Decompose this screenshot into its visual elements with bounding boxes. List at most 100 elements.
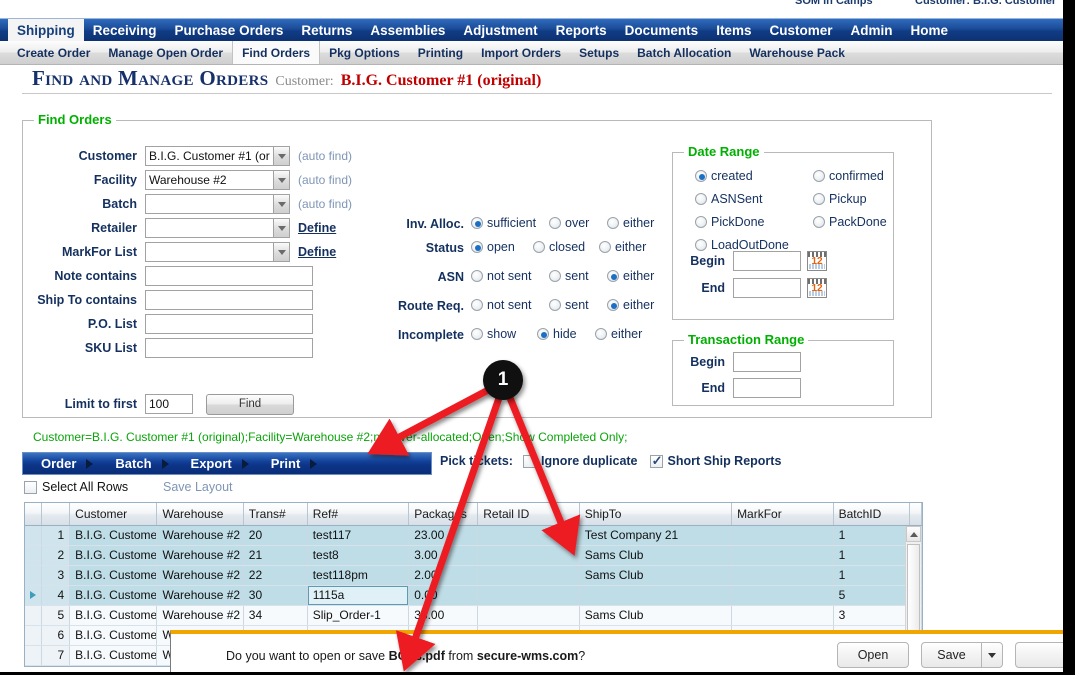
radio-option-open[interactable]: open <box>471 240 515 254</box>
nav-item-returns[interactable]: Returns <box>292 19 361 41</box>
cell-ref-[interactable]: test117 <box>307 525 410 546</box>
radio-button[interactable] <box>549 299 561 311</box>
chevron-down-icon[interactable] <box>273 242 290 262</box>
radio-button[interactable] <box>549 270 561 282</box>
field-combobox[interactable] <box>145 242 290 262</box>
nav-item-shipping[interactable]: Shipping <box>8 19 84 41</box>
radio-button[interactable] <box>599 241 611 253</box>
subnav-item-printing[interactable]: Printing <box>409 41 472 64</box>
cell-customer[interactable]: B.I.G. Custome <box>69 645 158 666</box>
header-shipto[interactable]: ShipTo <box>579 503 733 526</box>
cell-batchid[interactable]: 1 <box>833 525 910 546</box>
pick-ticket-option-short-ship-reports[interactable]: Short Ship Reports <box>649 453 781 468</box>
cell-trans-[interactable]: 34 <box>243 605 308 626</box>
cell-customer[interactable]: B.I.G. Custome <box>69 605 158 626</box>
subnav-item-batch-allocation[interactable]: Batch Allocation <box>628 41 740 64</box>
cell-customer[interactable]: B.I.G. Custome <box>69 585 158 606</box>
date-begin-input[interactable] <box>733 251 801 271</box>
caret-right-icon[interactable] <box>161 458 169 469</box>
date-option-pickup[interactable]: Pickup <box>813 192 867 206</box>
radio-option-either[interactable]: either <box>607 216 654 230</box>
radio-option-either[interactable]: either <box>595 327 642 341</box>
date-end-input[interactable] <box>733 278 801 298</box>
radio-button[interactable] <box>813 216 825 228</box>
toolbar-print-menu[interactable]: Print <box>253 456 307 471</box>
nav-item-receiving[interactable]: Receiving <box>84 19 166 41</box>
header-customer[interactable]: Customer <box>69 503 158 526</box>
nav-item-admin[interactable]: Admin <box>841 19 901 41</box>
cell-shipto[interactable]: Sams Club <box>579 565 733 586</box>
radio-button[interactable] <box>695 216 707 228</box>
toolbar-export-menu[interactable]: Export <box>173 456 238 471</box>
table-row[interactable]: 2 B.I.G. Custome Warehouse #2 21 test8 3.00 Sa… <box>25 545 922 566</box>
radio-option-sent[interactable]: sent <box>549 269 589 283</box>
subnav-item-setups[interactable]: Setups <box>570 41 628 64</box>
field-combobox[interactable] <box>145 218 290 238</box>
table-row[interactable]: 1 B.I.G. Custome Warehouse #2 20 test117 23.0… <box>25 525 922 546</box>
radio-button[interactable] <box>813 193 825 205</box>
radio-option-either[interactable]: either <box>607 298 654 312</box>
select-all-checkbox[interactable] <box>24 480 37 494</box>
caret-right-icon[interactable] <box>86 458 94 469</box>
nav-item-adjustment[interactable]: Adjustment <box>454 19 546 41</box>
field-input[interactable] <box>145 290 313 310</box>
cell-shipto[interactable]: Test Company 21 <box>579 525 733 546</box>
radio-button[interactable] <box>695 193 707 205</box>
trans-end-input[interactable] <box>733 378 801 398</box>
nav-item-items[interactable]: Items <box>707 19 760 41</box>
define-link[interactable]: Define <box>298 221 336 235</box>
radio-option-not-sent[interactable]: not sent <box>471 269 531 283</box>
chevron-down-icon[interactable] <box>273 218 290 238</box>
radio-option-show[interactable]: show <box>471 327 516 341</box>
radio-button[interactable] <box>471 299 483 311</box>
subnav-item-create-order[interactable]: Create Order <box>8 41 99 64</box>
cell-customer[interactable]: B.I.G. Custome <box>69 625 158 646</box>
field-combobox[interactable] <box>145 194 290 214</box>
cell-markfor[interactable] <box>731 605 834 626</box>
cell-shipto[interactable]: Sams Club <box>579 605 733 626</box>
save-button[interactable]: Save <box>921 642 981 668</box>
scrollbar-thumb[interactable] <box>907 544 920 634</box>
cell-packages[interactable]: 0.00 <box>408 585 479 606</box>
header-packages[interactable]: Packages <box>408 503 479 526</box>
scroll-up-arrow-icon[interactable] <box>906 526 921 542</box>
radio-button[interactable] <box>695 170 707 182</box>
date-option-packdone[interactable]: PackDone <box>813 215 887 229</box>
radio-button[interactable] <box>813 170 825 182</box>
cell-trans-[interactable]: 21 <box>243 545 308 566</box>
calendar-icon-begin[interactable]: 12 <box>807 251 827 271</box>
cell-batchid[interactable]: 5 <box>833 585 910 606</box>
checkbox[interactable] <box>522 454 536 468</box>
nav-item-assemblies[interactable]: Assemblies <box>361 19 454 41</box>
date-option-asnsent[interactable]: ASNSent <box>695 192 762 206</box>
cell-batchid[interactable]: 1 <box>833 545 910 566</box>
cell-ref-[interactable]: test118pm <box>307 565 410 586</box>
field-combobox[interactable] <box>145 146 290 166</box>
radio-button[interactable] <box>471 328 483 340</box>
radio-option-either[interactable]: either <box>599 240 646 254</box>
radio-option-sufficient[interactable]: sufficient <box>471 216 536 230</box>
subnav-item-import-orders[interactable]: Import Orders <box>472 41 570 64</box>
field-input[interactable] <box>145 146 273 166</box>
cell-warehouse[interactable]: Warehouse #2 <box>156 545 244 566</box>
radio-button[interactable] <box>533 241 545 253</box>
cell-customer[interactable]: B.I.G. Custome <box>69 565 158 586</box>
cell-customer[interactable]: B.I.G. Custome <box>69 545 158 566</box>
cell-warehouse[interactable]: Warehouse #2 <box>156 605 244 626</box>
cell-warehouse[interactable]: Warehouse #2 <box>156 565 244 586</box>
field-combobox[interactable] <box>145 170 290 190</box>
cell-warehouse[interactable]: Warehouse #2 <box>156 525 244 546</box>
field-input[interactable] <box>145 338 313 358</box>
cell-warehouse[interactable]: Warehouse #2 <box>156 585 244 606</box>
define-link[interactable]: Define <box>298 245 336 259</box>
header-ref[interactable]: Ref# <box>307 503 410 526</box>
cell-retail-id[interactable] <box>477 545 580 566</box>
chevron-down-icon[interactable] <box>273 146 290 166</box>
radio-button[interactable] <box>607 217 619 229</box>
field-input[interactable] <box>145 266 313 286</box>
cell-ref-[interactable]: test8 <box>307 545 410 566</box>
subnav-item-pkg-options[interactable]: Pkg Options <box>320 41 409 64</box>
field-input[interactable] <box>145 314 313 334</box>
header-retail-id[interactable]: Retail ID <box>477 503 580 526</box>
cell-trans-[interactable]: 22 <box>243 565 308 586</box>
